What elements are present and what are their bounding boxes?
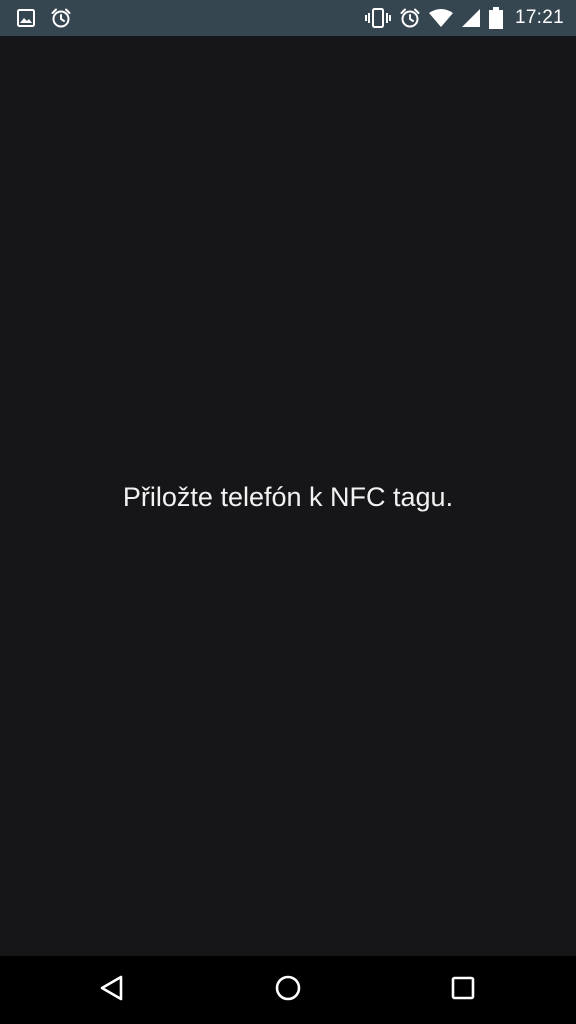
system-icons: 17:21: [364, 0, 564, 36]
recents-button[interactable]: [415, 956, 511, 1024]
image-notification-icon: [16, 8, 36, 28]
alarm-icon: [399, 7, 421, 29]
wifi-icon: [428, 8, 453, 28]
home-button[interactable]: [240, 956, 336, 1024]
back-button[interactable]: [64, 956, 160, 1024]
back-icon: [99, 974, 125, 1007]
nfc-prompt-message: Přiložte telefón k NFC tagu.: [122, 482, 454, 512]
alarm-notification-icon: [50, 7, 72, 29]
status-clock: 17:21: [514, 7, 564, 28]
recents-icon: [450, 975, 476, 1006]
status-bar: 17:21: [0, 0, 576, 36]
battery-icon: [488, 7, 503, 29]
notification-icons: [16, 0, 72, 36]
nfc-prompt-screen: Přiložte telefón k NFC tagu.: [0, 36, 576, 956]
vibrate-icon: [364, 7, 391, 29]
home-icon: [274, 974, 302, 1007]
navigation-bar: [0, 956, 576, 1024]
cell-signal-icon: [461, 8, 481, 28]
